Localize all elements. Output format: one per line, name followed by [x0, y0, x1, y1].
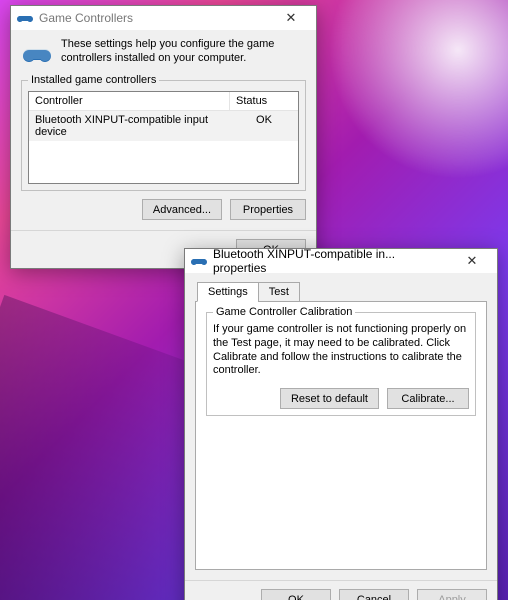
titlebar: Game Controllers ✕: [11, 6, 316, 30]
gamepad-icon: [21, 38, 53, 70]
titlebar: Bluetooth XINPUT-compatible in... proper…: [185, 249, 497, 273]
controllers-list[interactable]: Controller Status Bluetooth XINPUT-compa…: [28, 91, 299, 184]
window-title: Game Controllers: [39, 11, 270, 25]
properties-button[interactable]: Properties: [230, 199, 306, 220]
help-text: These settings help you configure the ga…: [61, 38, 306, 70]
tabpanel-settings: Game Controller Calibration If your game…: [195, 302, 487, 570]
dialog-body: Settings Test Game Controller Calibratio…: [185, 273, 497, 580]
advanced-button[interactable]: Advanced...: [142, 199, 222, 220]
col-controller[interactable]: Controller: [29, 92, 230, 110]
game-controllers-dialog: Game Controllers ✕ These settings help y…: [10, 5, 317, 269]
group-legend: Game Controller Calibration: [213, 306, 355, 318]
list-header: Controller Status: [29, 92, 298, 111]
dialog-body: These settings help you configure the ga…: [11, 30, 316, 230]
group-legend: Installed game controllers: [28, 74, 159, 86]
tab-settings[interactable]: Settings: [197, 282, 259, 302]
window-title: Bluetooth XINPUT-compatible in... proper…: [213, 247, 451, 275]
installed-controllers-group: Installed game controllers Controller St…: [21, 80, 306, 191]
tab-test[interactable]: Test: [258, 282, 300, 302]
controller-status: OK: [230, 111, 298, 141]
help-row: These settings help you configure the ga…: [21, 38, 306, 70]
list-body: Bluetooth XINPUT-compatible input device…: [29, 111, 298, 183]
calibration-group: Game Controller Calibration If your game…: [206, 312, 476, 416]
buttons-row: Advanced... Properties: [21, 199, 306, 220]
controller-properties-dialog: Bluetooth XINPUT-compatible in... proper…: [184, 248, 498, 600]
calibrate-button[interactable]: Calibrate...: [387, 388, 469, 409]
gamepad-icon: [17, 10, 33, 26]
calibration-button-row: Reset to default Calibrate...: [213, 388, 469, 409]
apply-button[interactable]: Apply: [417, 589, 487, 600]
close-icon[interactable]: ✕: [451, 251, 493, 271]
ok-button[interactable]: OK: [261, 589, 331, 600]
col-status[interactable]: Status: [230, 92, 298, 110]
cancel-button[interactable]: Cancel: [339, 589, 409, 600]
dialog-footer: OK Cancel Apply: [185, 580, 497, 600]
close-icon[interactable]: ✕: [270, 8, 312, 28]
reset-to-default-button[interactable]: Reset to default: [280, 388, 379, 409]
tabstrip: Settings Test: [195, 281, 487, 302]
controller-name: Bluetooth XINPUT-compatible input device: [29, 111, 230, 141]
calibration-help-text: If your game controller is not functioni…: [213, 323, 469, 378]
gamepad-icon: [191, 253, 207, 269]
list-item[interactable]: Bluetooth XINPUT-compatible input device…: [29, 111, 298, 141]
